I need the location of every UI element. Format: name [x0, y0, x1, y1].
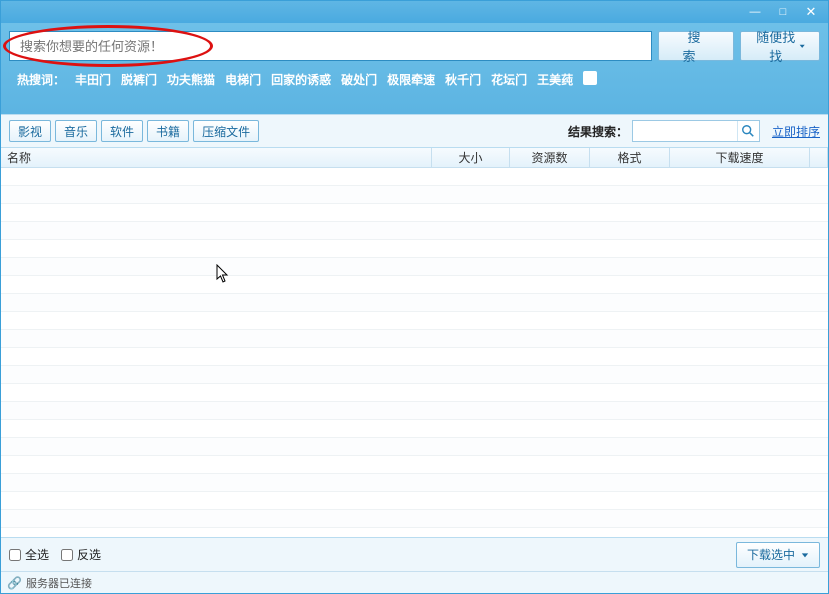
app-window: — □ ✕ 搜索 随便找找 热搜词： 丰田门 脱裤门 功夫熊猫 电梯门 回家的诱… — [0, 0, 829, 594]
status-bar: 🔗 服务器已连接 — [1, 571, 828, 593]
action-bar: 全选 反选 下载选中 — [1, 537, 828, 571]
table-row — [1, 240, 828, 258]
status-text: 服务器已连接 — [26, 575, 92, 591]
selection-controls: 全选 反选 — [9, 546, 101, 563]
filter-box — [632, 120, 760, 142]
result-filter-input[interactable] — [633, 121, 737, 141]
filter-bar: 影视 音乐 软件 书籍 压缩文件 结果搜索： 立即排序 — [1, 114, 828, 148]
table-row — [1, 456, 828, 474]
hot-keywords: 热搜词： 丰田门 脱裤门 功夫熊猫 电梯门 回家的诱惑 破处门 极限牵速 秋千门… — [9, 61, 820, 110]
table-row — [1, 258, 828, 276]
minimize-button[interactable]: — — [742, 4, 768, 20]
table-row — [1, 186, 828, 204]
hot-keyword-link[interactable]: 回家的诱惑 — [271, 71, 331, 88]
tab-video[interactable]: 影视 — [9, 120, 51, 142]
sort-link[interactable]: 立即排序 — [772, 123, 820, 140]
category-tabs: 影视 音乐 软件 书籍 压缩文件 — [9, 120, 259, 142]
table-row — [1, 492, 828, 510]
hot-label: 热搜词： — [17, 71, 65, 88]
column-format[interactable]: 格式 — [590, 148, 670, 167]
table-row — [1, 474, 828, 492]
table-row — [1, 294, 828, 312]
search-row: 搜索 随便找找 — [9, 31, 820, 61]
search-input[interactable] — [9, 31, 652, 61]
tab-books[interactable]: 书籍 — [147, 120, 189, 142]
table-row — [1, 420, 828, 438]
hot-keyword-link[interactable]: 花坛门 — [491, 71, 527, 88]
download-selected-button[interactable]: 下载选中 — [736, 542, 820, 568]
result-filter-label: 结果搜索： — [568, 123, 628, 140]
table-row — [1, 204, 828, 222]
result-filter: 结果搜索： 立即排序 — [568, 120, 820, 142]
table-row — [1, 510, 828, 528]
column-name[interactable]: 名称 — [1, 148, 432, 167]
chevron-down-icon — [799, 42, 805, 50]
table-row — [1, 366, 828, 384]
table-row — [1, 222, 828, 240]
close-button[interactable]: ✕ — [798, 4, 824, 20]
results-table-body[interactable] — [1, 168, 828, 537]
tab-software[interactable]: 软件 — [101, 120, 143, 142]
invert-label: 反选 — [77, 546, 101, 563]
random-find-label: 随便找找 — [755, 27, 797, 65]
random-find-button[interactable]: 随便找找 — [740, 31, 820, 61]
column-end — [810, 148, 828, 167]
table-row — [1, 168, 828, 186]
hot-keyword-link[interactable]: 破处门 — [341, 71, 377, 88]
table-row — [1, 438, 828, 456]
hot-keyword-link[interactable]: 丰田门 — [75, 71, 111, 88]
invert-selection-input[interactable] — [61, 549, 73, 561]
download-selected-label: 下载选中 — [747, 546, 795, 563]
table-row — [1, 402, 828, 420]
table-row — [1, 330, 828, 348]
hot-keyword-link[interactable]: 脱裤门 — [121, 71, 157, 88]
search-button[interactable]: 搜索 — [658, 31, 734, 61]
table-row — [1, 276, 828, 294]
column-resources[interactable]: 资源数 — [510, 148, 590, 167]
refresh-hot-icon[interactable] — [583, 71, 597, 85]
hot-keyword-link[interactable]: 王美莼 — [537, 71, 573, 88]
column-size[interactable]: 大小 — [432, 148, 510, 167]
chevron-down-icon — [801, 551, 809, 559]
search-area: 搜索 随便找找 热搜词： 丰田门 脱裤门 功夫熊猫 电梯门 回家的诱惑 破处门 … — [1, 23, 828, 114]
table-row — [1, 348, 828, 366]
select-all-input[interactable] — [9, 549, 21, 561]
tab-music[interactable]: 音乐 — [55, 120, 97, 142]
hot-keyword-link[interactable]: 电梯门 — [225, 71, 261, 88]
search-icon — [741, 124, 755, 138]
hot-keyword-link[interactable]: 极限牵速 — [387, 71, 435, 88]
link-icon: 🔗 — [7, 576, 22, 590]
table-row — [1, 384, 828, 402]
maximize-button[interactable]: □ — [770, 4, 796, 20]
tab-archive[interactable]: 压缩文件 — [193, 120, 259, 142]
hot-keyword-link[interactable]: 秋千门 — [445, 71, 481, 88]
result-filter-search-button[interactable] — [737, 121, 759, 141]
results-table-header: 名称 大小 资源数 格式 下载速度 — [1, 148, 828, 168]
table-row — [1, 312, 828, 330]
title-bar: — □ ✕ — [1, 1, 828, 23]
column-speed[interactable]: 下载速度 — [670, 148, 810, 167]
select-all-checkbox[interactable]: 全选 — [9, 546, 49, 563]
select-all-label: 全选 — [25, 546, 49, 563]
invert-selection-checkbox[interactable]: 反选 — [61, 546, 101, 563]
hot-keyword-link[interactable]: 功夫熊猫 — [167, 71, 215, 88]
